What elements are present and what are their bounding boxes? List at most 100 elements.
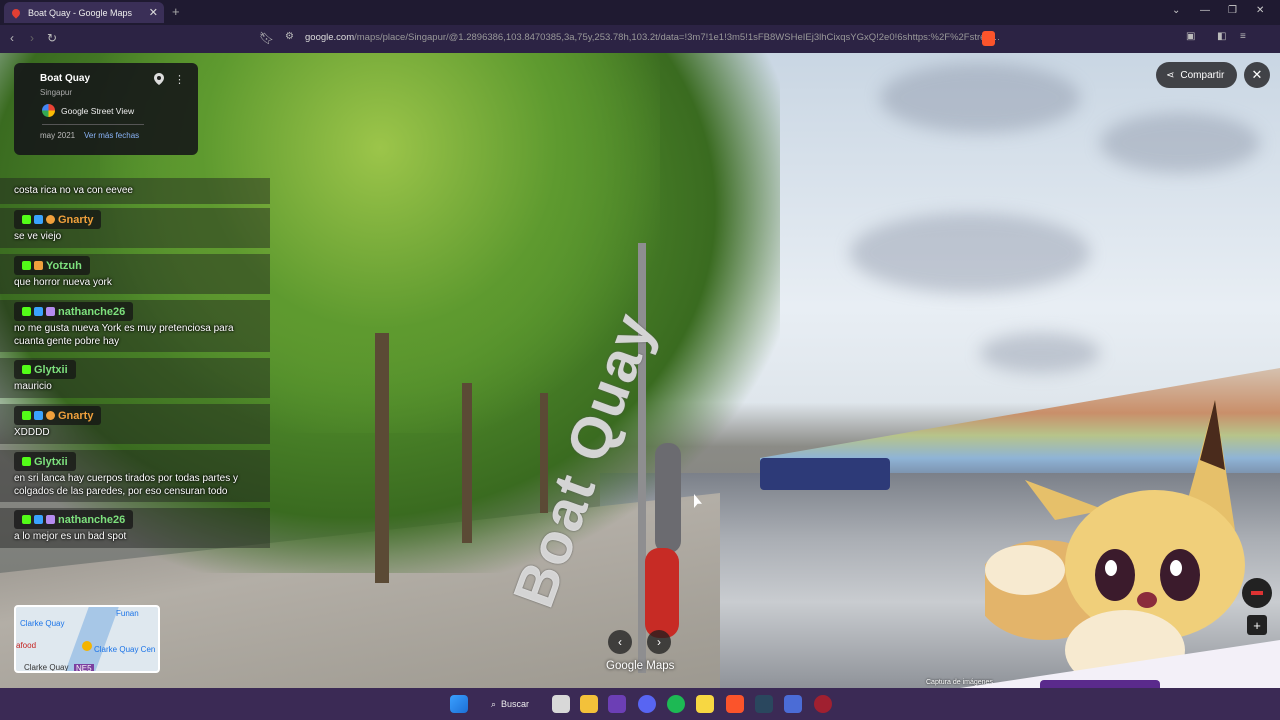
pegman-icon xyxy=(82,641,92,651)
app-icon[interactable] xyxy=(814,695,832,713)
place-info-card: Boat Quay Singapur ⋮ Google Street View … xyxy=(14,63,198,155)
chat-message: a lo mejor es un bad spot xyxy=(14,531,127,542)
gift-badge-icon xyxy=(46,411,55,420)
brave-browser-icon[interactable] xyxy=(726,695,744,713)
chat-username[interactable]: Yotzuh xyxy=(46,260,82,272)
compass-icon[interactable] xyxy=(1242,578,1272,608)
browser-tab-bar: Boat Quay - Google Maps ✕ + ⌄ — ❐ ✕ xyxy=(0,0,1280,25)
chat-user: Glytxii xyxy=(14,452,76,471)
search-icon: ⌕ xyxy=(491,698,497,709)
pole-sign xyxy=(655,443,681,553)
more-dates-link[interactable]: Ver más fechas xyxy=(84,131,139,140)
sub-badge-icon xyxy=(34,215,43,224)
chat-message: se ve viejo xyxy=(14,231,62,242)
prev-arrow-button[interactable]: ‹ xyxy=(608,630,632,654)
chat-username[interactable]: Gnarty xyxy=(58,410,93,422)
minimap-label: Clarke Quay Cen xyxy=(94,645,156,654)
cloud xyxy=(1100,113,1260,173)
sub-badge-icon xyxy=(34,515,43,524)
place-subtitle: Singapur xyxy=(40,88,73,97)
sub-badge-icon xyxy=(34,307,43,316)
chat-username[interactable]: Glytxii xyxy=(34,456,68,468)
address-bar[interactable]: google.com/maps/place/Singapur/@1.289638… xyxy=(305,32,1000,43)
menu-icon[interactable]: ≡ xyxy=(1240,31,1246,42)
minimize-icon[interactable]: — xyxy=(1200,5,1210,16)
site-info-icon[interactable]: ⚙︎ xyxy=(285,31,294,42)
share-button[interactable]: ⋖ Compartir xyxy=(1156,62,1237,88)
bot-badge-icon xyxy=(46,307,55,316)
chat-user: Gnarty xyxy=(14,210,102,229)
next-arrow-button[interactable]: › xyxy=(647,630,671,654)
chat-user: Glytxii xyxy=(14,360,76,379)
minimap-label: Clarke Quay xyxy=(20,619,65,628)
minimap-label: NE5 xyxy=(74,664,94,673)
tree-trunk xyxy=(462,383,472,543)
cloud xyxy=(880,63,1080,133)
url-path: /maps/place/Singapur/@1.2896386,103.8470… xyxy=(354,32,1001,43)
discord-icon[interactable] xyxy=(638,695,656,713)
location-pin-icon[interactable] xyxy=(154,73,164,85)
tab-google-maps[interactable]: Boat Quay - Google Maps ✕ xyxy=(4,2,164,23)
chat-username[interactable]: nathanche26 xyxy=(58,514,125,526)
minimap[interactable]: Clarke Quay Funan Clarke Quay Cen afood … xyxy=(14,605,160,673)
spotify-icon[interactable] xyxy=(667,695,685,713)
windows-start-icon[interactable] xyxy=(450,695,468,713)
file-explorer-icon[interactable] xyxy=(580,695,598,713)
source-label: Google Street View xyxy=(61,105,135,116)
close-street-view-button[interactable]: ✕ xyxy=(1244,62,1270,88)
tree-trunk xyxy=(375,333,389,583)
taskbar-search[interactable]: ⌕ Buscar xyxy=(483,694,545,714)
window-close-icon[interactable]: ✕ xyxy=(1256,5,1264,16)
bookmark-icon[interactable]: 🔖︎ xyxy=(259,31,274,45)
chat-user: nathanche26 xyxy=(14,510,134,529)
chat-username[interactable]: Gnarty xyxy=(58,214,93,226)
gift-badge-icon xyxy=(46,215,55,224)
gift-badge-icon xyxy=(34,261,43,270)
task-view-icon[interactable] xyxy=(552,695,570,713)
brave-shields-icon[interactable] xyxy=(982,31,995,46)
steam-icon[interactable] xyxy=(755,695,773,713)
chat-user: Gnarty xyxy=(14,406,102,425)
forward-icon[interactable]: › xyxy=(30,31,34,45)
back-icon[interactable]: ‹ xyxy=(10,31,14,45)
kick-badge-icon xyxy=(22,411,31,420)
new-tab-button[interactable]: + xyxy=(172,4,180,19)
divider xyxy=(42,124,144,125)
app-icon[interactable] xyxy=(608,695,626,713)
place-title: Boat Quay xyxy=(40,73,91,84)
chat-user: nathanche26 xyxy=(14,302,134,321)
kick-badge-icon xyxy=(22,215,31,224)
zoom-in-button[interactable]: + xyxy=(1247,615,1267,635)
bot-badge-icon xyxy=(46,515,55,524)
kick-badge-icon xyxy=(22,365,31,374)
sub-badge-icon xyxy=(34,411,43,420)
chat-message: no me gusta nueva York es muy pretencios… xyxy=(14,323,234,347)
chat-message: que horror nueva york xyxy=(14,277,112,288)
kick-badge-icon xyxy=(22,307,31,316)
google-maps-logo: Google Maps xyxy=(606,660,675,672)
chat-username[interactable]: Glytxii xyxy=(34,364,68,376)
cloud xyxy=(980,333,1100,373)
tab-list-icon[interactable]: ⌄ xyxy=(1172,5,1180,16)
sidebar-icon[interactable]: ◧ xyxy=(1217,31,1226,42)
minimap-label: afood xyxy=(16,641,37,650)
sticky-notes-icon[interactable] xyxy=(696,695,714,713)
kick-badge-icon xyxy=(22,457,31,466)
wallet-icon[interactable]: ▣ xyxy=(1186,31,1195,42)
chat-message: costa rica no va con eevee xyxy=(14,185,133,196)
cloud xyxy=(850,213,1090,293)
more-options-icon[interactable]: ⋮ xyxy=(174,73,185,86)
chat-message: en sri lanca hay cuerpos tirados por tod… xyxy=(14,473,239,497)
kick-badge-icon xyxy=(22,515,31,524)
url-domain: google.com xyxy=(305,32,355,43)
kick-badge-icon xyxy=(22,261,31,270)
capture-date: may 2021 xyxy=(40,131,76,140)
tab-close-button[interactable]: ✕ xyxy=(149,6,158,19)
chat-user: Yotzuh xyxy=(14,256,90,275)
maximize-icon[interactable]: ❐ xyxy=(1228,5,1237,16)
chat-username[interactable]: nathanche26 xyxy=(58,306,125,318)
search-label: Buscar xyxy=(501,699,530,709)
reload-icon[interactable]: ↻ xyxy=(47,31,57,45)
street-view-source: Google Street View xyxy=(42,104,134,117)
app-icon[interactable] xyxy=(784,695,802,713)
